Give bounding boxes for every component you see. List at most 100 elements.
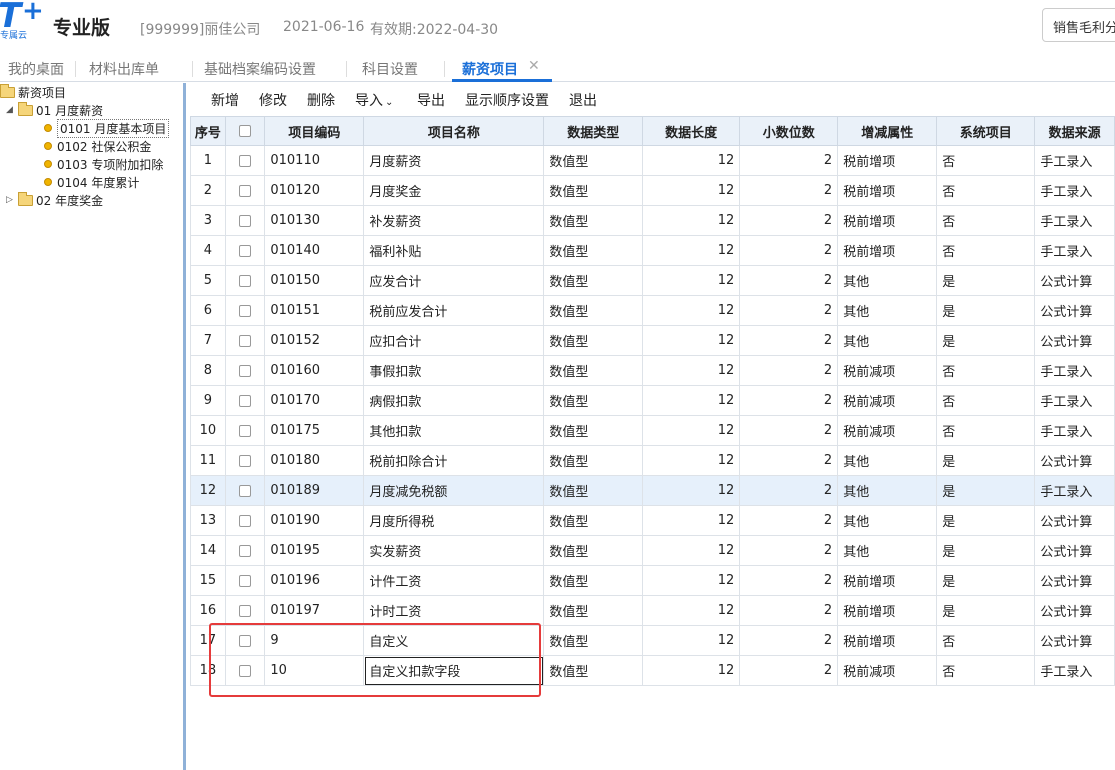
system-item-cell[interactable]: 是 — [936, 595, 1036, 626]
import-button[interactable]: 导入 ⌄ — [355, 90, 393, 110]
decimal-places-cell[interactable]: 2 — [739, 475, 839, 506]
item-name-cell[interactable]: 月度减免税额 — [363, 475, 545, 506]
item-name-cell[interactable]: 应扣合计 — [363, 325, 545, 356]
decimal-places-cell[interactable]: 2 — [739, 535, 839, 566]
system-item-cell[interactable]: 是 — [936, 295, 1036, 326]
system-item-cell[interactable]: 是 — [936, 325, 1036, 356]
tree-item-0104[interactable]: 0104 年度累计 — [44, 173, 139, 191]
data-length-cell[interactable]: 12 — [642, 625, 741, 656]
data-source-cell[interactable]: 公式计算 — [1034, 595, 1115, 626]
system-item-cell[interactable]: 否 — [936, 625, 1036, 656]
system-item-cell[interactable]: 是 — [936, 265, 1036, 296]
data-source-cell[interactable]: 手工录入 — [1034, 415, 1115, 446]
inc-dec-attr-cell[interactable]: 税前减项 — [837, 385, 938, 416]
display-order-button[interactable]: 显示顺序设置 — [465, 90, 549, 110]
inc-dec-attr-cell[interactable]: 税前减项 — [837, 415, 938, 446]
data-source-cell[interactable]: 手工录入 — [1034, 385, 1115, 416]
row-number-cell[interactable]: 12 — [190, 475, 226, 506]
tab-account-settings[interactable]: 科目设置 — [362, 59, 418, 79]
inc-dec-attr-cell[interactable]: 税前减项 — [837, 355, 938, 386]
table-row[interactable]: 15 010196 计件工资 数值型 12 2 税前增项是公式计算 — [190, 565, 1115, 596]
tree-root[interactable]: 薪资项目 — [0, 83, 66, 101]
inc-dec-attr-cell[interactable]: 其他 — [837, 295, 938, 326]
data-length-cell[interactable]: 12 — [642, 535, 741, 566]
row-number-cell[interactable]: 7 — [190, 325, 226, 356]
data-type-cell[interactable]: 数值型 — [543, 595, 644, 626]
inc-dec-attr-cell[interactable]: 税前增项 — [837, 625, 938, 656]
item-code-cell[interactable]: 010175 — [264, 415, 365, 446]
inc-dec-attr-cell[interactable]: 税前增项 — [837, 205, 938, 236]
system-item-cell[interactable]: 否 — [936, 205, 1036, 236]
item-name-cell[interactable]: 计时工资 — [363, 595, 545, 626]
data-type-cell[interactable]: 数值型 — [543, 535, 644, 566]
item-name-cell[interactable]: 税前扣除合计 — [363, 445, 545, 476]
item-name-cell[interactable]: 月度奖金 — [363, 175, 545, 206]
expand-arrow-icon[interactable]: ◢ — [6, 105, 16, 115]
tree-group-annual[interactable]: ▷ 02 年度奖金 — [6, 191, 103, 209]
col-header-system[interactable]: 系统项目 — [936, 116, 1036, 146]
inc-dec-attr-cell[interactable]: 其他 — [837, 475, 938, 506]
data-source-cell[interactable]: 手工录入 — [1034, 355, 1115, 386]
exit-button[interactable]: 退出 — [569, 90, 597, 110]
data-source-cell[interactable]: 手工录入 — [1034, 655, 1115, 686]
col-header-attr[interactable]: 增减属性 — [837, 116, 938, 146]
add-button[interactable]: 新增 — [211, 90, 239, 110]
tab-salary-items[interactable]: 薪资项目 — [462, 59, 518, 79]
data-length-cell[interactable]: 12 — [642, 595, 741, 626]
row-select-cell[interactable] — [224, 565, 266, 596]
item-code-cell[interactable]: 010197 — [264, 595, 365, 626]
item-code-cell[interactable]: 9 — [264, 625, 365, 656]
export-button[interactable]: 导出 — [417, 90, 445, 110]
table-row[interactable]: 12 010189 月度减免税额 数值型 12 2 其他是手工录入 — [190, 475, 1115, 506]
data-length-cell[interactable]: 12 — [642, 505, 741, 536]
data-source-cell[interactable]: 手工录入 — [1034, 235, 1115, 266]
data-type-cell[interactable]: 数值型 — [543, 385, 644, 416]
data-length-cell[interactable]: 12 — [642, 415, 741, 446]
table-row[interactable]: 5 010150 应发合计 数值型 12 2 其他是公式计算 — [190, 265, 1115, 296]
item-code-cell[interactable]: 010160 — [264, 355, 365, 386]
row-number-cell[interactable]: 5 — [190, 265, 226, 296]
row-checkbox[interactable] — [239, 304, 252, 317]
item-code-cell[interactable]: 10 — [264, 655, 365, 686]
data-type-cell[interactable]: 数值型 — [543, 445, 644, 476]
col-header-select[interactable] — [224, 116, 266, 146]
col-header-length[interactable]: 数据长度 — [642, 116, 741, 146]
row-select-cell[interactable] — [224, 415, 266, 446]
row-number-cell[interactable]: 15 — [190, 565, 226, 596]
decimal-places-cell[interactable]: 2 — [739, 655, 839, 686]
row-checkbox[interactable] — [239, 154, 252, 167]
tab-desktop[interactable]: 我的桌面 — [8, 59, 64, 79]
data-source-cell[interactable]: 手工录入 — [1034, 145, 1115, 176]
item-name-cell[interactable]: 补发薪资 — [363, 205, 545, 236]
row-select-cell[interactable] — [224, 355, 266, 386]
inc-dec-attr-cell[interactable]: 其他 — [837, 325, 938, 356]
row-checkbox[interactable] — [239, 514, 252, 527]
row-select-cell[interactable] — [224, 475, 266, 506]
table-row[interactable]: 4 010140 福利补贴 数值型 12 2 税前增项否手工录入 — [190, 235, 1115, 266]
item-code-cell[interactable]: 010120 — [264, 175, 365, 206]
quick-search-box[interactable]: 销售毛利分 — [1042, 8, 1115, 42]
row-number-cell[interactable]: 16 — [190, 595, 226, 626]
row-checkbox[interactable] — [239, 184, 252, 197]
row-checkbox[interactable] — [239, 214, 252, 227]
inc-dec-attr-cell[interactable]: 税前减项 — [837, 655, 938, 686]
row-number-cell[interactable]: 4 — [190, 235, 226, 266]
table-row[interactable]: 2 010120 月度奖金 数值型 12 2 税前增项否手工录入 — [190, 175, 1115, 206]
row-select-cell[interactable] — [224, 235, 266, 266]
data-type-cell[interactable]: 数值型 — [543, 235, 644, 266]
table-row[interactable]: 13 010190 月度所得税 数值型 12 2 其他是公式计算 — [190, 505, 1115, 536]
data-length-cell[interactable]: 12 — [642, 265, 741, 296]
item-code-cell[interactable]: 010190 — [264, 505, 365, 536]
system-item-cell[interactable]: 否 — [936, 145, 1036, 176]
row-checkbox[interactable] — [239, 574, 252, 587]
inc-dec-attr-cell[interactable]: 其他 — [837, 505, 938, 536]
system-item-cell[interactable]: 是 — [936, 445, 1036, 476]
decimal-places-cell[interactable]: 2 — [739, 295, 839, 326]
item-name-cell[interactable]: 自定义扣款字段 — [363, 655, 545, 686]
row-number-cell[interactable]: 10 — [190, 415, 226, 446]
edit-button[interactable]: 修改 — [259, 90, 287, 110]
item-name-cell[interactable]: 税前应发合计 — [363, 295, 545, 326]
col-header-name[interactable]: 项目名称 — [363, 116, 545, 146]
decimal-places-cell[interactable]: 2 — [739, 565, 839, 596]
decimal-places-cell[interactable]: 2 — [739, 385, 839, 416]
